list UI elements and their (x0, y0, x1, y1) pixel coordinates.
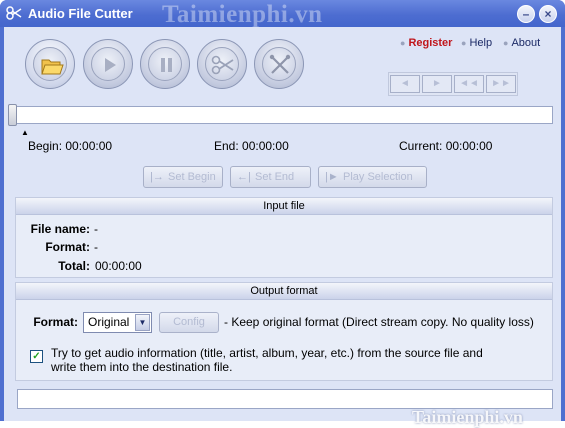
pause-button[interactable] (140, 39, 190, 89)
chevron-down-icon[interactable]: ▼ (135, 314, 150, 331)
tools-button[interactable] (254, 39, 304, 89)
set-begin-button[interactable]: |→ Set Begin (143, 166, 223, 188)
mini-prev-button[interactable]: ◄ (390, 75, 420, 93)
scissors-app-icon (6, 6, 22, 20)
total-label: Total: (58, 259, 90, 273)
play-button-inner (91, 47, 125, 81)
format-select-value: Original (88, 315, 130, 329)
window-title: Audio File Cutter (28, 6, 133, 21)
about-label: About (511, 37, 541, 49)
bullet-icon: ● (400, 38, 406, 48)
set-begin-label: Set Begin (168, 171, 216, 183)
current-label: Current: (399, 139, 443, 153)
begin-value: 00:00:00 (65, 139, 113, 153)
end-value: 00:00:00 (242, 139, 289, 153)
help-label: Help (469, 37, 493, 49)
begin-label: Begin: (28, 139, 63, 153)
set-end-icon: ←| (237, 171, 251, 183)
input-format-value: - (94, 240, 98, 254)
title-bar[interactable]: Audio File Cutter Taimienphi.vn – × (0, 0, 565, 28)
play-selection-label: Play Selection (343, 171, 413, 183)
cut-button[interactable] (197, 39, 247, 89)
open-file-button[interactable] (25, 39, 75, 89)
current-value: 00:00:00 (445, 139, 493, 153)
input-file-header: Input file (16, 198, 552, 215)
register-label: Register (408, 37, 453, 49)
help-link[interactable]: ● Help (461, 37, 492, 49)
app-window: Audio File Cutter Taimienphi.vn – × ● Re… (0, 0, 565, 427)
main-panel: ● Register ● Help ● About ◄ ► ◄◄ ►► ▲ Begin… (4, 27, 561, 427)
pause-button-inner (148, 47, 182, 81)
file-name-label: File name: (30, 222, 90, 236)
config-button[interactable]: Config (159, 312, 219, 333)
format-select[interactable]: Original ▼ (83, 312, 152, 333)
bullet-icon: ● (461, 38, 467, 48)
checkbox-label-line1: Try to get audio information (title, art… (51, 346, 483, 360)
position-slider-track[interactable] (14, 106, 553, 124)
current-time: Current: 00:00:00 (399, 139, 492, 153)
get-audio-info-checkbox[interactable]: ✓ (30, 350, 43, 363)
output-format-header: Output format (16, 283, 552, 300)
format-description: - Keep original format (Direct stream co… (224, 315, 534, 329)
end-time: End: 00:00:00 (214, 139, 289, 153)
play-selection-button[interactable]: |► Play Selection (318, 166, 427, 188)
register-link[interactable]: ● Register (400, 37, 452, 49)
scissors-icon (211, 55, 234, 75)
begin-time: Begin: 00:00:00 (28, 139, 112, 153)
set-begin-icon: |→ (150, 171, 164, 183)
play-icon (105, 58, 116, 72)
set-end-button[interactable]: ←| Set End (230, 166, 311, 188)
position-slider-thumb[interactable] (8, 104, 17, 126)
tools-button-inner (262, 47, 296, 81)
folder-open-icon (41, 59, 64, 75)
play-button[interactable] (83, 39, 133, 89)
mini-rewind-button[interactable]: ◄◄ (454, 75, 484, 93)
mini-next-button[interactable]: ► (422, 75, 452, 93)
about-link[interactable]: ● About (503, 37, 540, 49)
set-end-label: Set End (255, 171, 295, 183)
pause-icon (161, 58, 172, 72)
input-format-label: Format: (45, 240, 90, 254)
close-button[interactable]: × (539, 5, 557, 23)
begin-marker-icon: ▲ (21, 128, 29, 137)
file-name-value: - (94, 222, 98, 236)
end-label: End: (214, 139, 239, 153)
cross-tools-icon (269, 54, 291, 74)
minimize-button[interactable]: – (517, 5, 535, 23)
checkbox-label-line2: write them into the destination file. (51, 360, 233, 374)
total-value: 00:00:00 (95, 259, 142, 273)
open-button-inner (33, 47, 67, 81)
mini-forward-button[interactable]: ►► (486, 75, 516, 93)
bullet-icon: ● (503, 38, 509, 48)
watermark-text: Taimienphi.vn (162, 1, 323, 28)
cut-button-inner (205, 47, 239, 81)
footer-watermark: Taimienphi.vn (412, 407, 523, 427)
status-bar (17, 389, 553, 409)
output-format-label: Format: (33, 315, 78, 329)
play-selection-icon: |► (325, 171, 339, 183)
